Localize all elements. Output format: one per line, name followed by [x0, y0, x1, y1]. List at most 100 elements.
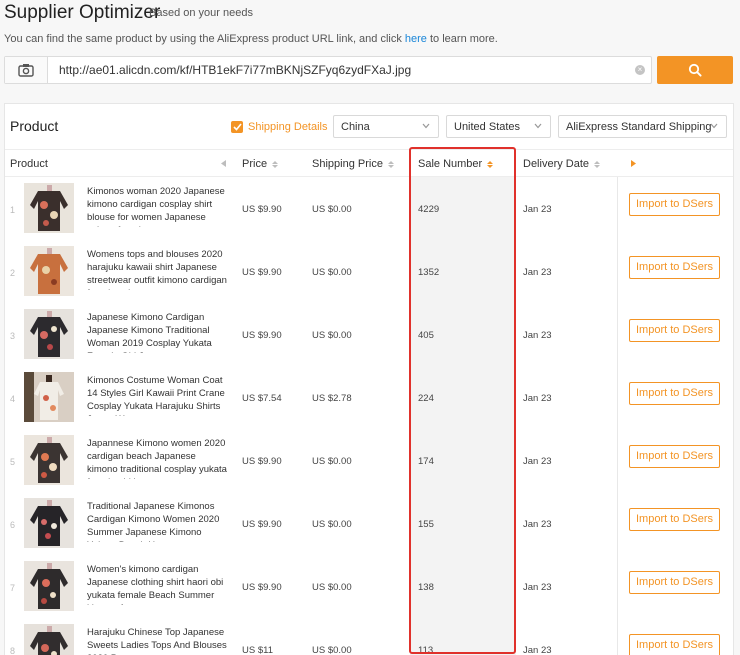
learn-more-link[interactable]: here — [405, 33, 427, 45]
row-index: 3 — [10, 331, 16, 341]
shipping-price-cell: US $0.00 — [312, 204, 352, 215]
product-name[interactable]: Japanese Kimono Cardigan Japanese Kimono… — [87, 311, 229, 353]
import-to-dsers-button[interactable]: Import to DSers — [629, 319, 720, 342]
delivery-date-cell: Jan 23 — [523, 393, 552, 404]
price-cell: US $9.90 — [242, 582, 282, 593]
search-icon — [688, 63, 702, 77]
sale-number-cell: 1352 — [418, 267, 440, 278]
sort-icon — [594, 160, 601, 168]
checkbox-checked-icon[interactable] — [231, 121, 243, 133]
delivery-date-cell: Jan 23 — [523, 267, 552, 278]
sale-number-cell: 138 — [418, 582, 434, 593]
product-name[interactable]: Harajuku Chinese Top Japanese Sweets Lad… — [87, 626, 229, 655]
price-cell: US $9.90 — [242, 267, 282, 278]
column-label: Price — [242, 158, 268, 170]
caret-right-icon[interactable] — [631, 160, 636, 167]
table-row: 5 Japannese Kimono women 2020 cardigan b… — [5, 429, 733, 492]
product-thumbnail[interactable] — [24, 624, 74, 655]
import-to-dsers-button[interactable]: Import to DSers — [629, 571, 720, 594]
column-header-product: Product — [10, 158, 48, 170]
product-thumbnail[interactable] — [24, 309, 74, 359]
price-cell: US $11 — [242, 645, 273, 655]
product-name[interactable]: Japannese Kimono women 2020 cardigan bea… — [87, 437, 229, 479]
price-cell: US $9.90 — [242, 456, 282, 467]
column-label: Delivery Date — [523, 158, 590, 170]
url-search-bar[interactable]: http://ae01.alicdn.com/kf/HTB1ekF7i77mBK… — [4, 56, 652, 84]
ship-from-select[interactable]: China — [333, 115, 439, 138]
delivery-date-cell: Jan 23 — [523, 645, 552, 655]
delivery-date-cell: Jan 23 — [523, 582, 552, 593]
import-to-dsers-button[interactable]: Import to DSers — [629, 445, 720, 468]
shipping-price-cell: US $0.00 — [312, 267, 352, 278]
column-label: Shipping Price — [312, 158, 383, 170]
product-thumbnail[interactable] — [24, 498, 74, 548]
product-thumbnail[interactable] — [24, 246, 74, 296]
camera-upload-button[interactable] — [5, 57, 48, 83]
description-text-end: to learn more. — [426, 33, 498, 45]
product-name[interactable]: Kimonos woman 2020 Japanese kimono cardi… — [87, 185, 229, 227]
product-thumbnail[interactable] — [24, 183, 74, 233]
column-header-price[interactable]: Price — [242, 158, 279, 170]
column-label: Sale Number — [418, 158, 483, 170]
product-name[interactable]: Traditional Japanese Kimonos Cardigan Ki… — [87, 500, 229, 542]
import-to-dsers-button[interactable]: Import to DSers — [629, 508, 720, 531]
table-row: 4 Kimonos Costume Woman Coat 14 Styles G… — [5, 366, 733, 429]
shipping-price-cell: US $2.78 — [312, 393, 352, 404]
price-cell: US $9.90 — [242, 519, 282, 530]
ship-to-value: United States — [454, 121, 521, 133]
shipping-details-label: Shipping Details — [248, 121, 328, 133]
panel-title: Product — [10, 118, 59, 134]
shipping-price-cell: US $0.00 — [312, 582, 352, 593]
price-cell: US $9.90 — [242, 204, 282, 215]
row-index: 2 — [10, 268, 16, 278]
chevron-down-icon — [710, 123, 718, 129]
product-thumbnail[interactable] — [24, 435, 74, 485]
shipping-price-cell: US $0.00 — [312, 330, 352, 341]
shipping-details-toggle[interactable]: Shipping Details — [231, 121, 328, 133]
search-button[interactable] — [657, 56, 733, 84]
sort-icon — [272, 160, 279, 168]
column-header-shipping-price[interactable]: Shipping Price — [312, 158, 394, 170]
row-index: 8 — [10, 646, 16, 655]
table-row: 8 Harajuku Chinese Top Japanese Sweets L… — [5, 618, 733, 655]
shipping-price-cell: US $0.00 — [312, 519, 352, 530]
sale-number-cell: 174 — [418, 456, 434, 467]
row-index: 4 — [10, 394, 16, 404]
url-input[interactable]: http://ae01.alicdn.com/kf/HTB1ekF7i77mBK… — [59, 63, 629, 77]
page-title: Supplier Optimizer — [4, 2, 161, 23]
column-header-sale-number[interactable]: Sale Number — [418, 158, 494, 170]
product-name[interactable]: Womens tops and blouses 2020 harajuku ka… — [87, 248, 229, 290]
shipping-method-select[interactable]: AliExpress Standard Shipping — [558, 115, 727, 138]
table-row: 3 Japanese Kimono Cardigan Japanese Kimo… — [5, 303, 733, 366]
close-circle-icon[interactable]: × — [635, 65, 645, 75]
column-header-delivery-date[interactable]: Delivery Date — [523, 158, 601, 170]
sale-number-cell: 405 — [418, 330, 434, 341]
sale-number-cell: 113 — [418, 645, 434, 655]
shipping-price-cell: US $0.00 — [312, 456, 352, 467]
results-panel: Product Shipping Details China United St… — [4, 103, 734, 655]
row-index: 7 — [10, 583, 16, 593]
import-to-dsers-button[interactable]: Import to DSers — [629, 256, 720, 279]
ship-to-select[interactable]: United States — [446, 115, 551, 138]
sale-number-cell: 224 — [418, 393, 434, 404]
table-row: 6 Traditional Japanese Kimonos Cardigan … — [5, 492, 733, 555]
product-name[interactable]: Women's kimono cardigan Japanese clothin… — [87, 563, 229, 605]
description-text: You can find the same product by using t… — [4, 33, 405, 45]
import-to-dsers-button[interactable]: Import to DSers — [629, 382, 720, 405]
product-name[interactable]: Kimonos Costume Woman Coat 14 Styles Gir… — [87, 374, 229, 416]
product-thumbnail[interactable] — [24, 372, 74, 422]
table-header: Product Price Shipping Price Sale Number… — [5, 149, 733, 177]
page-header: Supplier Optimizer Based on your needs Y… — [0, 0, 740, 56]
camera-icon — [18, 64, 34, 77]
price-cell: US $9.90 — [242, 330, 282, 341]
product-thumbnail[interactable] — [24, 561, 74, 611]
column-label: Product — [10, 158, 48, 170]
import-to-dsers-button[interactable]: Import to DSers — [629, 193, 720, 216]
table-row: 1 Kimonos woman 2020 Japanese kimono car… — [5, 177, 733, 240]
table-row: 7 Women's kimono cardigan Japanese cloth… — [5, 555, 733, 618]
delivery-date-cell: Jan 23 — [523, 330, 552, 341]
ship-from-value: China — [341, 121, 370, 133]
caret-left-icon[interactable] — [221, 160, 226, 167]
delivery-date-cell: Jan 23 — [523, 456, 552, 467]
import-to-dsers-button[interactable]: Import to DSers — [629, 634, 720, 655]
